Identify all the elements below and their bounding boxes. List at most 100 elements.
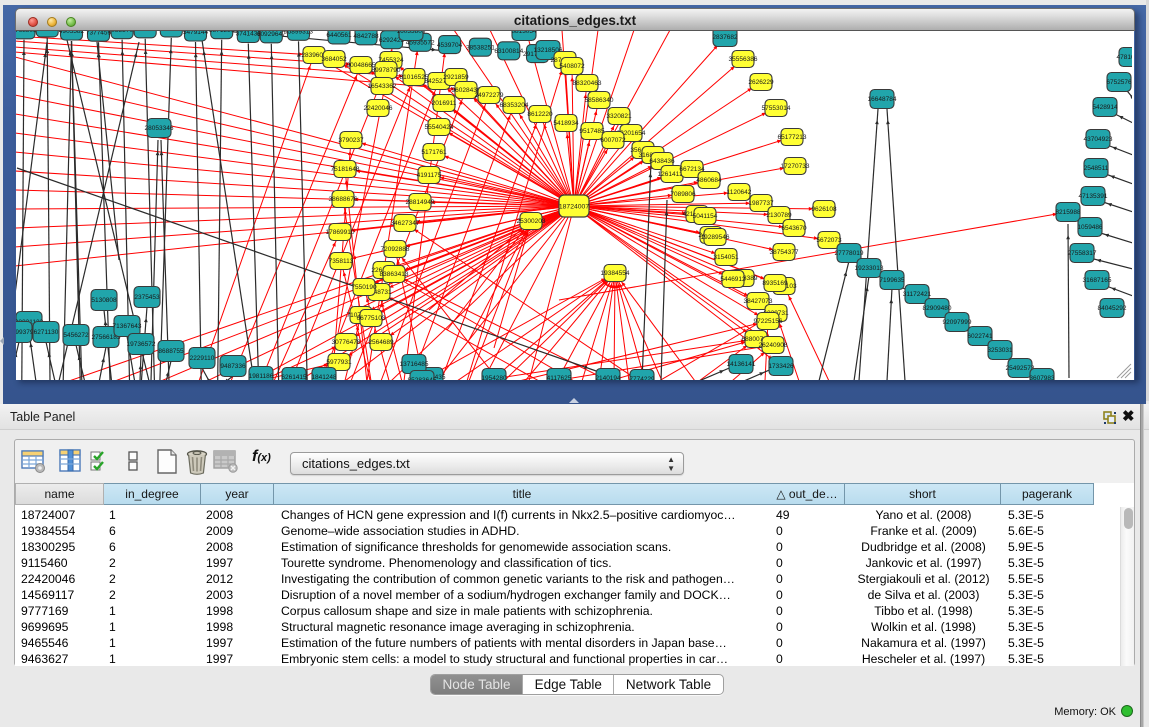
svg-text:1059486: 1059486 — [1077, 224, 1103, 231]
svg-text:1841248: 1841248 — [311, 374, 337, 380]
svg-text:43704923: 43704923 — [1084, 136, 1113, 143]
svg-text:2837682: 2837682 — [712, 34, 738, 41]
svg-text:1987737: 1987737 — [748, 200, 774, 207]
svg-text:6271130: 6271130 — [34, 329, 59, 336]
svg-text:2548511: 2548511 — [1084, 165, 1109, 172]
svg-text:4842788: 4842788 — [353, 33, 379, 40]
svg-text:7358113: 7358113 — [329, 258, 354, 265]
svg-text:60929647: 60929647 — [257, 31, 286, 38]
svg-text:3684052: 3684052 — [321, 56, 347, 63]
svg-text:9626108: 9626108 — [811, 206, 837, 213]
svg-text:38538251: 38538251 — [466, 44, 495, 51]
svg-text:6752576: 6752576 — [1106, 79, 1132, 86]
svg-text:8215988: 8215988 — [1055, 209, 1081, 216]
svg-text:6022741: 6022741 — [967, 333, 993, 340]
svg-text:7774229: 7774229 — [629, 376, 655, 380]
svg-text:19289546: 19289546 — [701, 234, 730, 241]
svg-text:68353204: 68353204 — [500, 102, 529, 109]
svg-text:3871230: 3871230 — [209, 31, 235, 34]
svg-text:95899313: 95899313 — [284, 31, 313, 36]
svg-text:38754377: 38754377 — [770, 249, 799, 256]
svg-text:17869910: 17869910 — [326, 229, 355, 236]
svg-text:5171761: 5171761 — [421, 149, 447, 156]
svg-text:28814949: 28814949 — [406, 199, 435, 206]
svg-text:5855124: 5855124 — [35, 31, 61, 32]
svg-text:92097999: 92097999 — [943, 319, 972, 326]
svg-text:57553014: 57553014 — [762, 105, 791, 112]
svg-text:82909480: 82909480 — [923, 305, 952, 312]
svg-text:1733426: 1733426 — [768, 363, 794, 370]
svg-text:25300203: 25300203 — [517, 218, 546, 225]
svg-text:5408072: 5408072 — [559, 63, 585, 70]
svg-text:3320821: 3320821 — [606, 113, 632, 120]
svg-text:5672073: 5672073 — [816, 237, 842, 244]
svg-text:72092888: 72092888 — [381, 246, 410, 253]
svg-text:16648784: 16648784 — [868, 96, 897, 103]
svg-text:66775103: 66775103 — [357, 315, 386, 322]
svg-text:1120642: 1120642 — [727, 189, 752, 196]
svg-text:5041154: 5041154 — [693, 213, 718, 220]
svg-text:19736572: 19736572 — [127, 341, 156, 348]
svg-text:4539704: 4539704 — [437, 42, 463, 49]
svg-text:16543362: 16543362 — [368, 83, 397, 90]
svg-text:9487336: 9487336 — [220, 363, 246, 370]
svg-text:18724007: 18724007 — [559, 204, 589, 211]
svg-text:89978790: 89978790 — [372, 67, 401, 74]
svg-text:4117625: 4117625 — [547, 375, 572, 380]
svg-text:63100814: 63100814 — [494, 48, 523, 55]
svg-text:88320463: 88320463 — [573, 80, 602, 87]
svg-text:2564689: 2564689 — [368, 339, 394, 346]
svg-text:5428914: 5428914 — [1092, 104, 1118, 111]
svg-text:1954280: 1954280 — [481, 375, 507, 380]
svg-text:5456272: 5456272 — [63, 332, 89, 339]
svg-text:6543670: 6543670 — [781, 225, 807, 232]
svg-text:34627347: 34627347 — [391, 220, 420, 227]
svg-text:3154051: 3154051 — [713, 254, 739, 261]
svg-text:5446912: 5446912 — [720, 276, 746, 283]
svg-text:8612220: 8612220 — [527, 111, 553, 118]
svg-text:38688676: 38688676 — [329, 196, 358, 203]
svg-text:55540424: 55540424 — [425, 124, 454, 131]
svg-text:16033809: 16033809 — [397, 31, 426, 35]
svg-text:6438436: 6438436 — [649, 158, 675, 165]
svg-text:5130808: 5130808 — [91, 297, 117, 304]
svg-text:44999379: 44999379 — [16, 329, 34, 336]
svg-text:8813054: 8813054 — [511, 31, 537, 35]
svg-text:85283645: 85283645 — [408, 377, 437, 380]
svg-text:19384554: 19384554 — [601, 270, 630, 277]
svg-text:27558317: 27558317 — [1068, 250, 1097, 257]
svg-text:6007072: 6007072 — [600, 137, 626, 144]
svg-text:58586340: 58586340 — [585, 97, 614, 104]
svg-text:4860684: 4860684 — [696, 177, 722, 184]
svg-text:47135391: 47135391 — [1079, 193, 1108, 200]
svg-text:2130789: 2130789 — [766, 212, 792, 219]
svg-text:6440561: 6440561 — [326, 32, 352, 39]
svg-text:30776478: 30776478 — [332, 339, 361, 346]
svg-text:8935169: 8935169 — [762, 280, 788, 287]
svg-text:47816686: 47816686 — [1117, 54, 1132, 61]
svg-text:6261415: 6261415 — [281, 374, 307, 380]
svg-text:3253031: 3253031 — [987, 347, 1013, 354]
svg-text:2229110: 2229110 — [190, 355, 215, 362]
svg-text:31831063: 31831063 — [131, 31, 160, 33]
svg-text:7199635: 7199635 — [879, 277, 905, 284]
svg-text:5479144: 5479144 — [183, 31, 209, 36]
svg-text:14136141: 14136141 — [727, 361, 756, 368]
svg-text:3790237: 3790237 — [338, 137, 364, 144]
svg-text:1981186: 1981186 — [249, 373, 274, 380]
svg-text:84045292: 84045292 — [1098, 305, 1127, 312]
svg-text:31172421: 31172421 — [903, 291, 932, 298]
svg-text:2016911: 2016911 — [432, 100, 457, 107]
svg-text:65177213: 65177213 — [778, 134, 807, 141]
svg-text:5418934: 5418934 — [553, 120, 579, 127]
svg-text:35556386: 35556386 — [729, 56, 758, 63]
svg-text:83863413: 83863413 — [380, 271, 409, 278]
svg-text:2921859: 2921859 — [443, 74, 469, 81]
svg-text:75181648: 75181648 — [331, 166, 360, 173]
svg-text:2140194: 2140194 — [595, 375, 621, 380]
svg-text:8688755: 8688755 — [158, 348, 184, 355]
svg-text:24972279: 24972279 — [475, 92, 504, 99]
svg-text:2375453: 2375453 — [134, 294, 160, 301]
svg-text:28053346: 28053346 — [145, 125, 174, 132]
svg-text:57683626: 57683626 — [157, 31, 186, 32]
